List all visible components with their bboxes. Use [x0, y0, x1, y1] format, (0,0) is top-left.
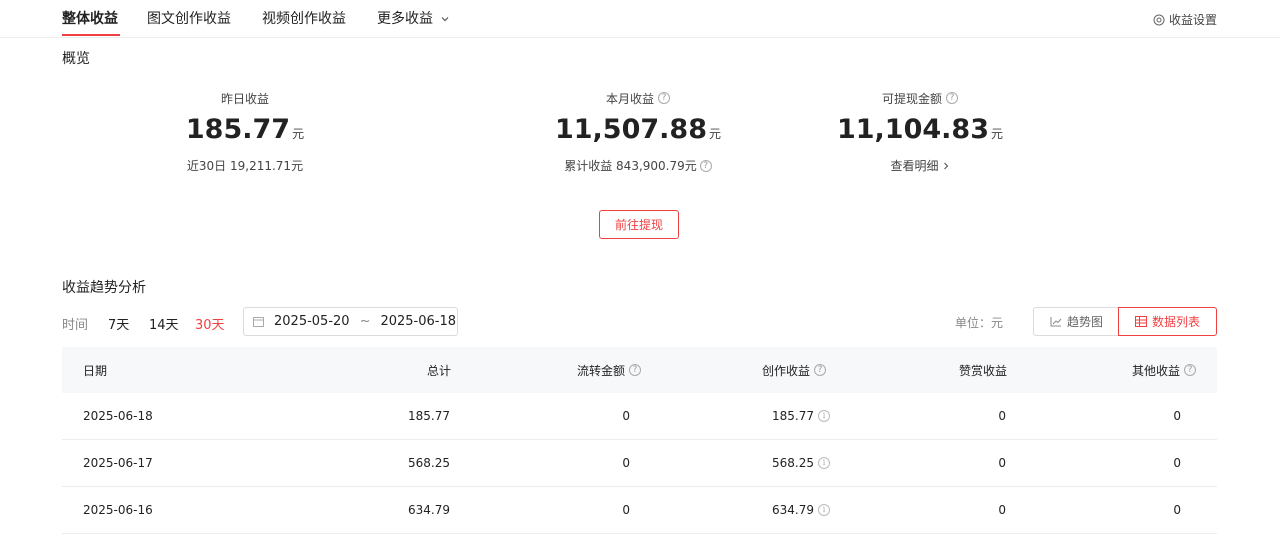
cell-transfer: 0: [622, 503, 630, 517]
tab-overall-income[interactable]: 整体收益: [62, 8, 118, 28]
range-30-days[interactable]: 30天: [195, 314, 225, 333]
stat-yesterday-unit: 元: [292, 127, 305, 141]
stat-month-sub: 累计收益 843,900.79元: [564, 159, 697, 173]
header-creation-label: 创作收益: [762, 363, 811, 378]
view-details-label: 查看明细: [890, 159, 939, 173]
chevron-right-icon: [943, 162, 948, 169]
date-separator: ~: [359, 314, 371, 329]
header-transfer: 流转金额 ?: [577, 347, 642, 393]
header-total: 总计: [426, 363, 451, 378]
calendar-icon: [253, 317, 264, 327]
settings-label: 收益设置: [1168, 13, 1217, 27]
income-table: 日期 总计 流转金额 ? 创作收益 ? 赞赏收益 其他收益 ? 2025-06-…: [62, 347, 1217, 534]
table-row: 2025-06-16 634.79 0 634.79 i 0 0: [62, 487, 1217, 534]
cell-transfer: 0: [622, 409, 630, 423]
data-list-label: 数据列表: [1151, 315, 1200, 329]
income-settings-button[interactable]: 收益设置: [1153, 11, 1217, 28]
tab-more-income-label: 更多收益: [377, 11, 433, 27]
cell-creation-value: 185.77: [772, 409, 814, 423]
date-end: 2025-06-18: [380, 314, 457, 329]
stat-month-value: 11,507.88: [554, 114, 707, 145]
cell-total: 185.77: [408, 409, 450, 423]
cell-other: 0: [1173, 409, 1181, 423]
view-details-link[interactable]: 查看明细: [760, 157, 1080, 174]
table-row: 2025-06-18 185.77 0 185.77 i 0 0: [62, 393, 1217, 440]
overview-title: 概览: [62, 51, 90, 67]
cell-date: 2025-06-17: [83, 456, 153, 470]
stat-withdrawable: 可提现金额 ? 11,104.83 元 查看明细: [760, 91, 1080, 174]
cell-other: 0: [1173, 456, 1181, 470]
header-date: 日期: [83, 363, 108, 378]
stat-month: 本月收益 ? 11,507.88 元 累计收益 843,900.79元 ?: [478, 91, 798, 174]
active-tab-indicator: [62, 34, 120, 36]
cell-creation: 634.79 i: [752, 487, 830, 533]
trend-chart-icon: [1050, 317, 1062, 327]
cell-creation-value: 634.79: [772, 503, 814, 517]
cell-creation: 568.25 i: [752, 440, 830, 486]
date-start: 2025-05-20: [274, 314, 350, 329]
stat-yesterday-label: 昨日收益: [220, 91, 269, 106]
stat-month-label: 本月收益: [605, 91, 654, 106]
stat-month-unit: 元: [709, 127, 722, 141]
help-icon[interactable]: ?: [699, 159, 712, 172]
withdraw-button[interactable]: 前往提现: [599, 210, 679, 239]
unit-label: 单位：元: [955, 316, 1004, 330]
table-row: 2025-06-17 568.25 0 568.25 i 0 0: [62, 440, 1217, 487]
cell-reward: 0: [998, 503, 1006, 517]
trend-title: 收益趋势分析: [62, 280, 146, 296]
cell-total: 634.79: [408, 503, 450, 517]
cell-creation: 185.77 i: [752, 393, 830, 439]
stat-withdrawable-value: 11,104.83: [836, 114, 989, 145]
stat-withdrawable-label: 可提现金额: [881, 91, 942, 106]
chevron-down-icon: [442, 17, 449, 22]
cell-date: 2025-06-16: [83, 503, 153, 517]
cell-reward: 0: [998, 456, 1006, 470]
cell-creation-value: 568.25: [772, 456, 814, 470]
date-range-picker[interactable]: 2025-05-20 ~ 2025-06-18: [243, 307, 458, 336]
range-14-days[interactable]: 14天: [149, 314, 179, 333]
table-icon: [1134, 316, 1147, 327]
info-icon[interactable]: i: [818, 504, 830, 516]
trend-chart-toggle[interactable]: 趋势图: [1033, 307, 1119, 336]
top-tab-bar: 整体收益 图文创作收益 视频创作收益 更多收益 收益设置: [0, 0, 1280, 38]
time-label: 时间: [62, 318, 89, 333]
stat-yesterday: 昨日收益 185.77 元 近30日 19,211.71元: [85, 91, 405, 174]
tab-article-income[interactable]: 图文创作收益: [147, 8, 231, 28]
info-icon[interactable]: i: [818, 410, 830, 422]
tab-more-income[interactable]: 更多收益: [377, 8, 450, 28]
header-reward: 赞赏收益: [958, 363, 1007, 378]
stat-yesterday-sub: 近30日 19,211.71元: [186, 159, 304, 173]
help-icon[interactable]: ?: [946, 92, 958, 104]
cell-total: 568.25: [408, 456, 450, 470]
cell-date: 2025-06-18: [83, 409, 153, 423]
info-icon[interactable]: i: [818, 457, 830, 469]
stat-yesterday-value: 185.77: [185, 114, 291, 145]
tab-video-income[interactable]: 视频创作收益: [262, 8, 346, 28]
table-header: 日期 总计 流转金额 ? 创作收益 ? 赞赏收益 其他收益 ?: [62, 347, 1217, 393]
header-other: 其他收益 ?: [1132, 347, 1197, 393]
header-creation: 创作收益 ?: [762, 347, 827, 393]
stat-withdrawable-unit: 元: [991, 127, 1004, 141]
settings-icon: [1153, 14, 1165, 25]
header-other-label: 其他收益: [1132, 363, 1181, 378]
help-icon[interactable]: ?: [629, 364, 642, 376]
trend-chart-label: 趋势图: [1066, 315, 1103, 329]
cell-reward: 0: [998, 409, 1006, 423]
help-icon[interactable]: ?: [814, 364, 827, 376]
data-list-toggle[interactable]: 数据列表: [1118, 307, 1217, 336]
cell-transfer: 0: [622, 456, 630, 470]
cell-other: 0: [1173, 503, 1181, 517]
help-icon[interactable]: ?: [1184, 364, 1197, 376]
header-transfer-label: 流转金额: [577, 363, 626, 378]
help-icon[interactable]: ?: [658, 92, 670, 104]
range-7-days[interactable]: 7天: [108, 314, 129, 333]
